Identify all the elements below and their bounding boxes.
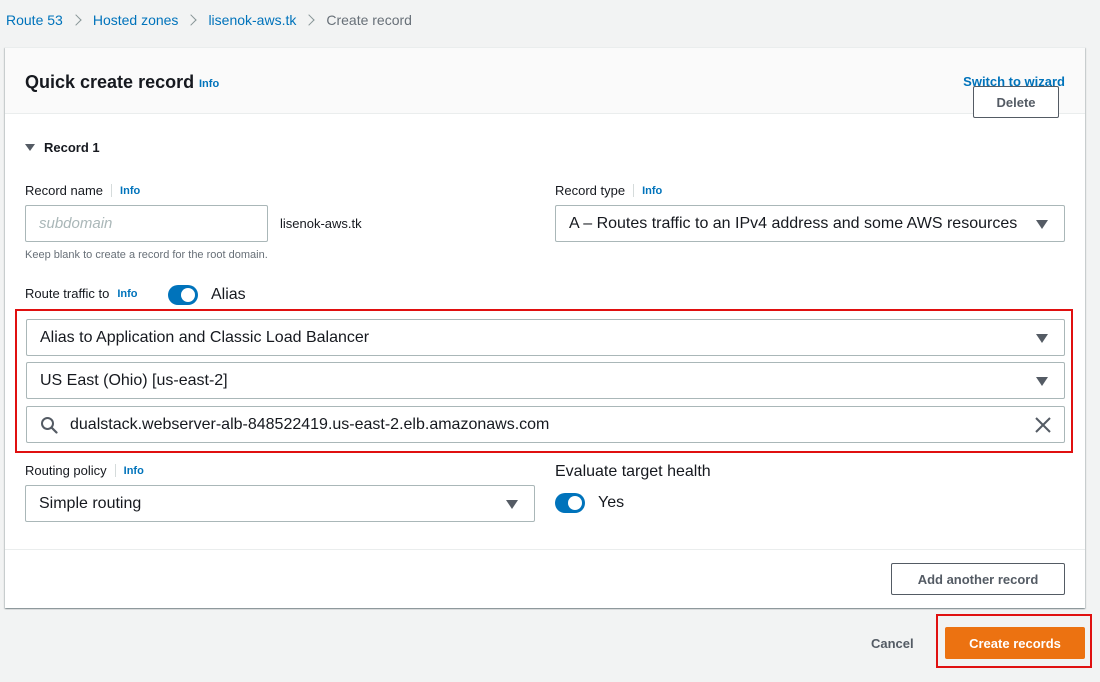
delete-button[interactable]: Delete <box>973 86 1059 118</box>
alias-toggle[interactable] <box>168 285 198 305</box>
routing-policy-label-text: Routing policy <box>25 463 107 478</box>
breadcrumb-hosted-zones[interactable]: Hosted zones <box>93 12 179 28</box>
record-name-placeholder: subdomain <box>39 215 113 232</box>
route-traffic-label-text: Route traffic to <box>25 286 110 301</box>
record-type-value: A – Routes traffic to an IPv4 address an… <box>569 214 1018 232</box>
record-type-label: Record type Info <box>555 183 662 198</box>
region-value: US East (Ohio) [us-east-2] <box>40 371 228 389</box>
panel-footer-divider <box>5 549 1085 550</box>
routing-policy-value: Simple routing <box>39 494 142 512</box>
caret-down-icon <box>506 499 518 509</box>
panel-header: Quick create record Info Switch to wizar… <box>5 48 1085 114</box>
record-1-label: Record 1 <box>44 140 100 155</box>
record-name-label-text: Record name <box>25 183 104 198</box>
evaluate-health-value: Yes <box>598 494 625 511</box>
routing-policy-label: Routing policy Info <box>25 463 144 478</box>
title-info-link[interactable]: Info <box>199 78 219 90</box>
page-title: Quick create record <box>25 72 195 92</box>
record-name-label: Record name Info <box>25 183 140 198</box>
route-traffic-info-link[interactable]: Info <box>117 288 137 300</box>
caret-down-icon <box>1036 376 1048 386</box>
alias-label: Alias <box>211 286 246 303</box>
cancel-button[interactable]: Cancel <box>871 636 914 651</box>
record-type-label-text: Record type <box>555 183 626 198</box>
record-type-select[interactable]: A – Routes traffic to an IPv4 address an… <box>555 205 1065 242</box>
evaluate-health-label: Evaluate target health <box>555 463 711 480</box>
record-name-info-link[interactable]: Info <box>120 185 140 197</box>
breadcrumb-route53[interactable]: Route 53 <box>6 12 63 28</box>
caret-down-icon <box>1036 219 1048 229</box>
caret-down-icon <box>1036 333 1048 343</box>
domain-suffix: lisenok-aws.tk <box>280 216 362 231</box>
chevron-right-icon <box>185 14 198 26</box>
chevron-right-icon <box>303 14 316 26</box>
breadcrumb-current: Create record <box>326 12 412 28</box>
add-another-record-button[interactable]: Add another record <box>891 563 1065 595</box>
create-records-button[interactable]: Create records <box>945 627 1085 659</box>
routing-policy-select[interactable]: Simple routing <box>25 485 535 522</box>
region-select[interactable]: US East (Ohio) [us-east-2] <box>26 362 1065 399</box>
label-divider <box>633 184 635 197</box>
label-divider <box>114 464 116 477</box>
record-type-info-link[interactable]: Info <box>642 185 662 197</box>
search-icon <box>41 417 58 434</box>
load-balancer-search[interactable]: dualstack.webserver-alb-848522419.us-eas… <box>26 406 1065 443</box>
record-1-toggle[interactable]: Record 1 <box>25 140 100 155</box>
chevron-right-icon <box>70 14 82 26</box>
caret-down-icon <box>25 144 35 151</box>
record-name-input[interactable]: subdomain <box>25 205 268 242</box>
label-divider <box>111 184 113 197</box>
endpoint-value: Alias to Application and Classic Load Ba… <box>40 328 370 346</box>
route-traffic-label: Route traffic to Info <box>25 286 137 301</box>
endpoint-select[interactable]: Alias to Application and Classic Load Ba… <box>26 319 1065 356</box>
breadcrumb: Route 53 Hosted zones lisenok-aws.tk Cre… <box>6 12 412 28</box>
load-balancer-value: dualstack.webserver-alb-848522419.us-eas… <box>70 416 550 433</box>
record-name-hint: Keep blank to create a record for the ro… <box>25 249 268 261</box>
close-icon[interactable] <box>1034 416 1052 434</box>
breadcrumb-zone[interactable]: lisenok-aws.tk <box>208 12 296 28</box>
evaluate-health-toggle[interactable] <box>555 493 585 513</box>
routing-policy-info-link[interactable]: Info <box>124 465 144 477</box>
